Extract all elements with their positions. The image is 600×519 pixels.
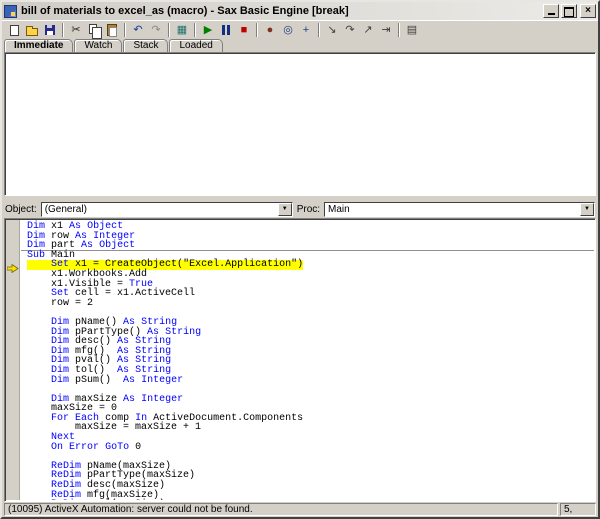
current-line-arrow bbox=[7, 260, 19, 278]
cut-button[interactable]: ✂ bbox=[67, 22, 85, 39]
undo-button[interactable]: ↶ bbox=[129, 22, 147, 39]
code-editor[interactable]: Dim x1 As ObjectDim row As IntegerDim pa… bbox=[4, 218, 596, 502]
edit-userdialog-icon: ▦ bbox=[177, 25, 187, 36]
step-out-icon: ↗ bbox=[363, 25, 372, 36]
step-to-cursor-button[interactable]: ⇥ bbox=[377, 22, 395, 39]
app-icon bbox=[4, 5, 17, 18]
paste-button[interactable] bbox=[103, 22, 121, 39]
pause-button[interactable] bbox=[217, 22, 235, 39]
chevron-down-icon[interactable]: ▼ bbox=[580, 203, 594, 216]
browse-icon: ▤ bbox=[407, 25, 417, 36]
step-out-button[interactable]: ↗ bbox=[359, 22, 377, 39]
save-file-button[interactable] bbox=[41, 22, 59, 39]
toolbar-separator bbox=[398, 23, 400, 37]
paste-icon bbox=[107, 24, 117, 36]
new-file-button[interactable] bbox=[5, 22, 23, 39]
browse-button[interactable]: ▤ bbox=[403, 22, 421, 39]
app-window: bill of materials to excel_as (macro) - … bbox=[0, 0, 600, 519]
undo-icon: ↶ bbox=[133, 25, 142, 36]
add-watch-icon: + bbox=[303, 25, 309, 36]
maximize-button[interactable] bbox=[561, 4, 577, 18]
step-over-button[interactable]: ↷ bbox=[341, 22, 359, 39]
toolbar-separator bbox=[124, 23, 126, 37]
proc-dropdown[interactable]: Main ▼ bbox=[324, 202, 595, 217]
toolbar-separator bbox=[256, 23, 258, 37]
toolbar-separator bbox=[168, 23, 170, 37]
object-dropdown-value: (General) bbox=[42, 203, 278, 216]
start-icon: ▶ bbox=[204, 25, 212, 36]
cursor-position: 5, bbox=[560, 503, 596, 516]
title-bar: bill of materials to excel_as (macro) - … bbox=[2, 2, 598, 20]
start-button[interactable]: ▶ bbox=[199, 22, 217, 39]
breakpoint-gutter[interactable] bbox=[6, 220, 20, 500]
proc-dropdown-value: Main bbox=[325, 203, 580, 216]
step-into-button[interactable]: ↘ bbox=[323, 22, 341, 39]
code-line[interactable]: maxSize = maxSize + 1 bbox=[27, 423, 594, 433]
tab-strip: ImmediateWatchStackLoaded bbox=[2, 39, 598, 52]
tab-immediate[interactable]: Immediate bbox=[4, 39, 73, 52]
end-icon: ■ bbox=[241, 25, 248, 36]
code-line-text: row = 2 bbox=[27, 299, 93, 309]
toolbar-separator bbox=[194, 23, 196, 37]
step-to-cursor-icon: ⇥ bbox=[381, 25, 390, 36]
tab-loaded[interactable]: Loaded bbox=[169, 39, 222, 52]
toolbar: ✂ ↶ ↷ ▦ ▶ ■ ● ◎ + ↘ ↷ ↗ ⇥ ▤ bbox=[2, 20, 598, 39]
code-line[interactable]: On Error GoTo 0 bbox=[27, 443, 594, 453]
minimize-button[interactable] bbox=[543, 4, 559, 18]
titlebar-buttons: × bbox=[541, 4, 596, 18]
window-title: bill of materials to excel_as (macro) - … bbox=[21, 5, 541, 17]
toolbar-separator bbox=[318, 23, 320, 37]
status-bar: (10095) ActiveX Automation: server could… bbox=[2, 502, 598, 517]
chevron-down-icon[interactable]: ▼ bbox=[278, 203, 292, 216]
object-label: Object: bbox=[5, 204, 37, 215]
code-line-text: On Error GoTo 0 bbox=[27, 443, 141, 453]
close-button[interactable]: × bbox=[580, 4, 596, 18]
selector-row: Object: (General) ▼ Proc: Main ▼ bbox=[2, 200, 598, 218]
toolbar-separator bbox=[62, 23, 64, 37]
step-over-icon: ↷ bbox=[345, 25, 354, 36]
code-line[interactable]: row = 2 bbox=[27, 299, 594, 309]
pause-icon bbox=[222, 25, 230, 35]
quick-watch-button[interactable]: ◎ bbox=[279, 22, 297, 39]
code-line[interactable]: Dim pSum() As Integer bbox=[27, 376, 594, 386]
proc-label: Proc: bbox=[297, 204, 320, 215]
code-line[interactable]: Set cell = x1.ActiveCell bbox=[27, 289, 594, 299]
object-dropdown[interactable]: (General) ▼ bbox=[41, 202, 293, 217]
cut-icon: ✂ bbox=[71, 25, 80, 36]
end-button[interactable]: ■ bbox=[235, 22, 253, 39]
redo-icon: ↷ bbox=[151, 25, 160, 36]
tab-stack[interactable]: Stack bbox=[123, 39, 168, 52]
code-line-text: Dim pSum() As Integer bbox=[27, 376, 183, 386]
open-file-icon bbox=[26, 28, 38, 36]
step-into-icon: ↘ bbox=[327, 25, 336, 36]
copy-icon bbox=[89, 24, 97, 34]
code-line[interactable]: Dim part As Object bbox=[21, 241, 594, 251]
open-file-button[interactable] bbox=[23, 22, 41, 39]
new-file-icon bbox=[10, 25, 19, 36]
toggle-breakpoint-icon: ● bbox=[267, 25, 274, 36]
code-area[interactable]: Dim x1 As ObjectDim row As IntegerDim pa… bbox=[21, 220, 594, 500]
copy-button[interactable] bbox=[85, 22, 103, 39]
quick-watch-icon: ◎ bbox=[283, 25, 293, 36]
add-watch-button[interactable]: + bbox=[297, 22, 315, 39]
save-file-icon bbox=[45, 25, 55, 35]
toggle-breakpoint-button[interactable]: ● bbox=[261, 22, 279, 39]
tab-watch[interactable]: Watch bbox=[74, 39, 122, 52]
immediate-panel[interactable] bbox=[4, 52, 596, 196]
status-message: (10095) ActiveX Automation: server could… bbox=[4, 503, 558, 516]
redo-button[interactable]: ↷ bbox=[147, 22, 165, 39]
edit-userdialog-button[interactable]: ▦ bbox=[173, 22, 191, 39]
